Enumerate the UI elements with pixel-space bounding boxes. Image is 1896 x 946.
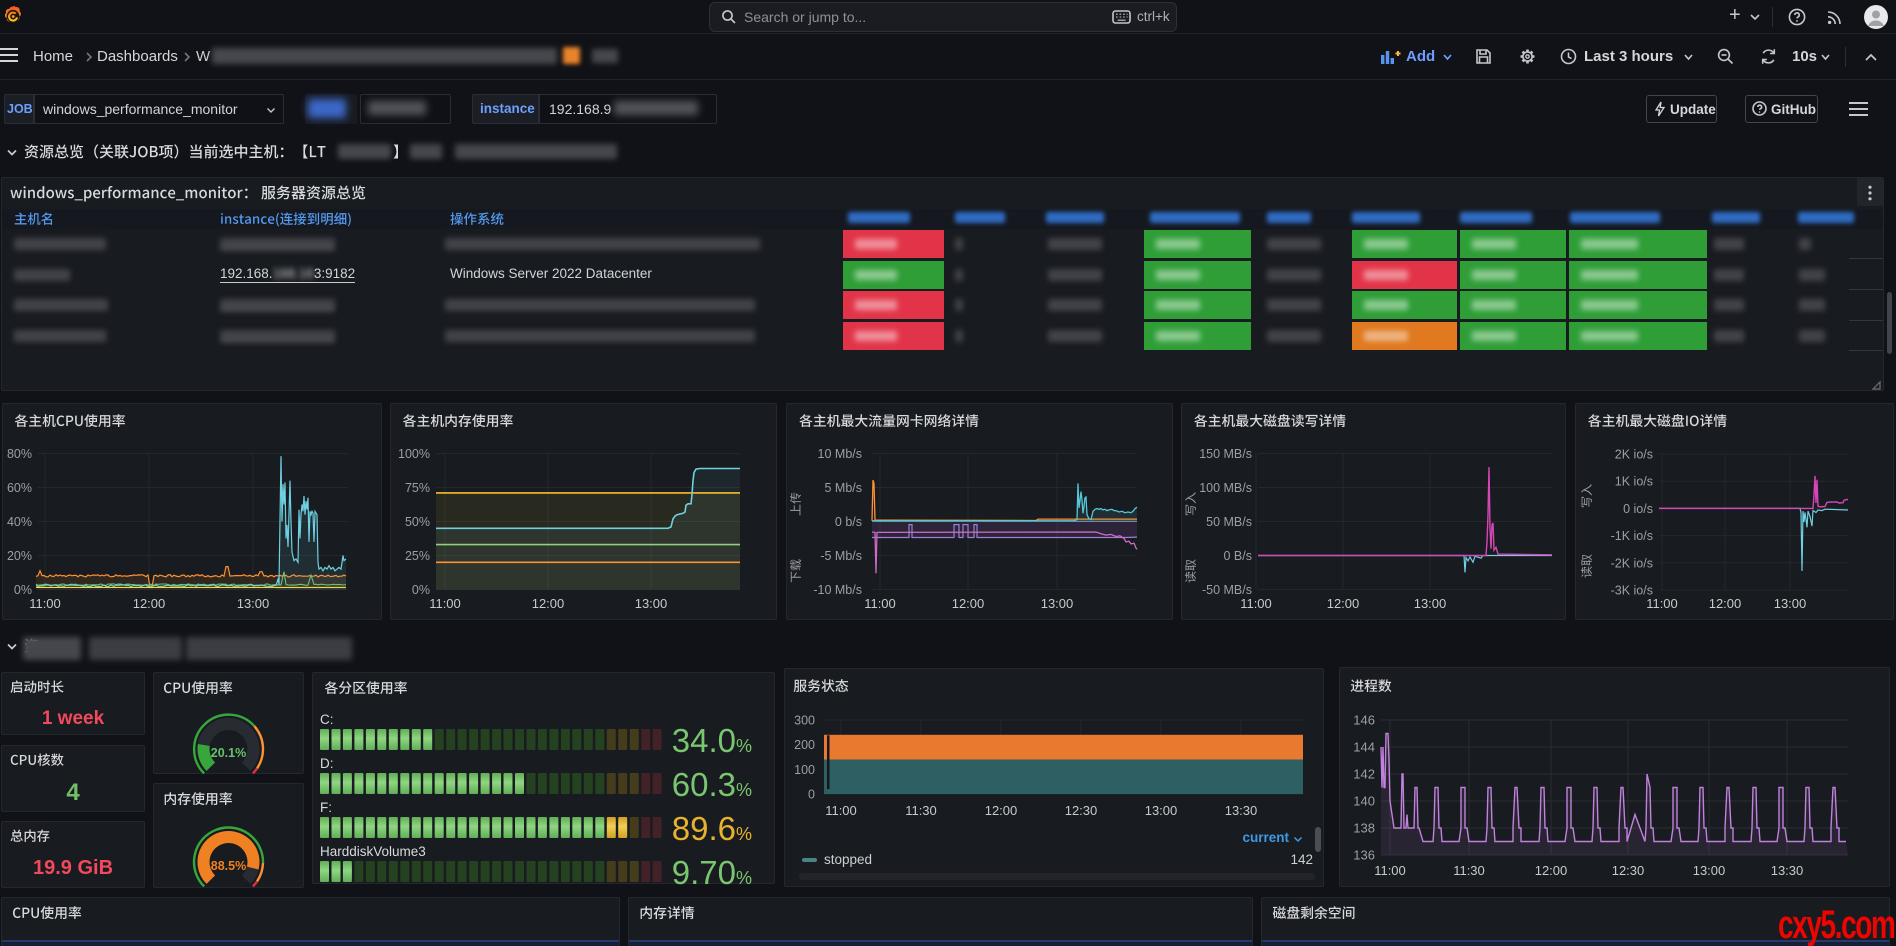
svg-text:12:30: 12:30 <box>1612 863 1645 878</box>
svg-text:0 b/s: 0 b/s <box>835 515 862 529</box>
svg-text:13:00: 13:00 <box>1774 596 1807 611</box>
svg-text:11:00: 11:00 <box>825 803 857 818</box>
svg-text:0: 0 <box>808 788 815 802</box>
svg-text:12:00: 12:00 <box>952 596 985 611</box>
svg-text:13:00: 13:00 <box>635 596 668 611</box>
svg-text:2K io/s: 2K io/s <box>1615 448 1653 462</box>
svg-text:1K io/s: 1K io/s <box>1615 475 1653 489</box>
svg-text:11:00: 11:00 <box>429 596 461 611</box>
svg-text:100%: 100% <box>398 447 430 461</box>
svg-text:13:00: 13:00 <box>1414 596 1447 611</box>
svg-text:-5 Mb/s: -5 Mb/s <box>820 549 862 563</box>
svg-text:13:30: 13:30 <box>1225 803 1258 818</box>
svg-text:50%: 50% <box>405 515 430 529</box>
svg-text:60%: 60% <box>7 481 32 495</box>
svg-text:12:00: 12:00 <box>1327 596 1360 611</box>
svg-text:5 Mb/s: 5 Mb/s <box>824 481 862 495</box>
svg-text:11:00: 11:00 <box>1374 863 1406 878</box>
svg-text:0%: 0% <box>14 583 32 597</box>
svg-text:-50 MB/s: -50 MB/s <box>1202 583 1252 597</box>
svg-text:200: 200 <box>794 738 815 752</box>
svg-text:0 B/s: 0 B/s <box>1224 549 1253 563</box>
svg-text:100 MB/s: 100 MB/s <box>1199 481 1252 495</box>
svg-text:142: 142 <box>1353 767 1375 782</box>
svg-text:11:30: 11:30 <box>905 803 937 818</box>
svg-text:300: 300 <box>794 714 815 728</box>
svg-text:100: 100 <box>794 763 815 777</box>
svg-text:13:00: 13:00 <box>1041 596 1074 611</box>
svg-text:11:00: 11:00 <box>1240 596 1272 611</box>
svg-text:144: 144 <box>1353 740 1375 755</box>
svg-text:11:00: 11:00 <box>29 596 61 611</box>
svg-text:20%: 20% <box>7 549 32 563</box>
svg-text:12:00: 12:00 <box>532 596 565 611</box>
svg-text:-10 Mb/s: -10 Mb/s <box>813 583 862 597</box>
svg-text:40%: 40% <box>7 515 32 529</box>
svg-text:11:00: 11:00 <box>1646 596 1678 611</box>
svg-text:13:30: 13:30 <box>1771 863 1804 878</box>
svg-text:13:00: 13:00 <box>237 596 270 611</box>
svg-text:-1K io/s: -1K io/s <box>1611 529 1653 543</box>
svg-text:50 MB/s: 50 MB/s <box>1206 515 1252 529</box>
svg-text:12:00: 12:00 <box>133 596 166 611</box>
svg-text:75%: 75% <box>405 481 430 495</box>
svg-text:-2K io/s: -2K io/s <box>1611 556 1653 570</box>
svg-text:13:00: 13:00 <box>1693 863 1726 878</box>
svg-text:138: 138 <box>1353 821 1375 836</box>
svg-text:146: 146 <box>1353 713 1375 728</box>
svg-text:12:00: 12:00 <box>1535 863 1568 878</box>
svg-text:136: 136 <box>1353 848 1375 863</box>
svg-text:150 MB/s: 150 MB/s <box>1199 447 1252 461</box>
svg-text:0 io/s: 0 io/s <box>1623 502 1653 516</box>
svg-text:80%: 80% <box>7 447 32 461</box>
svg-text:25%: 25% <box>405 549 430 563</box>
svg-text:10 Mb/s: 10 Mb/s <box>818 447 862 461</box>
svg-text:11:30: 11:30 <box>1453 863 1485 878</box>
svg-text:12:00: 12:00 <box>985 803 1018 818</box>
svg-text:12:00: 12:00 <box>1709 596 1742 611</box>
svg-text:140: 140 <box>1353 794 1375 809</box>
svg-text:13:00: 13:00 <box>1145 803 1178 818</box>
svg-text:11:00: 11:00 <box>864 596 896 611</box>
svg-text:0%: 0% <box>412 583 430 597</box>
svg-text:12:30: 12:30 <box>1065 803 1098 818</box>
